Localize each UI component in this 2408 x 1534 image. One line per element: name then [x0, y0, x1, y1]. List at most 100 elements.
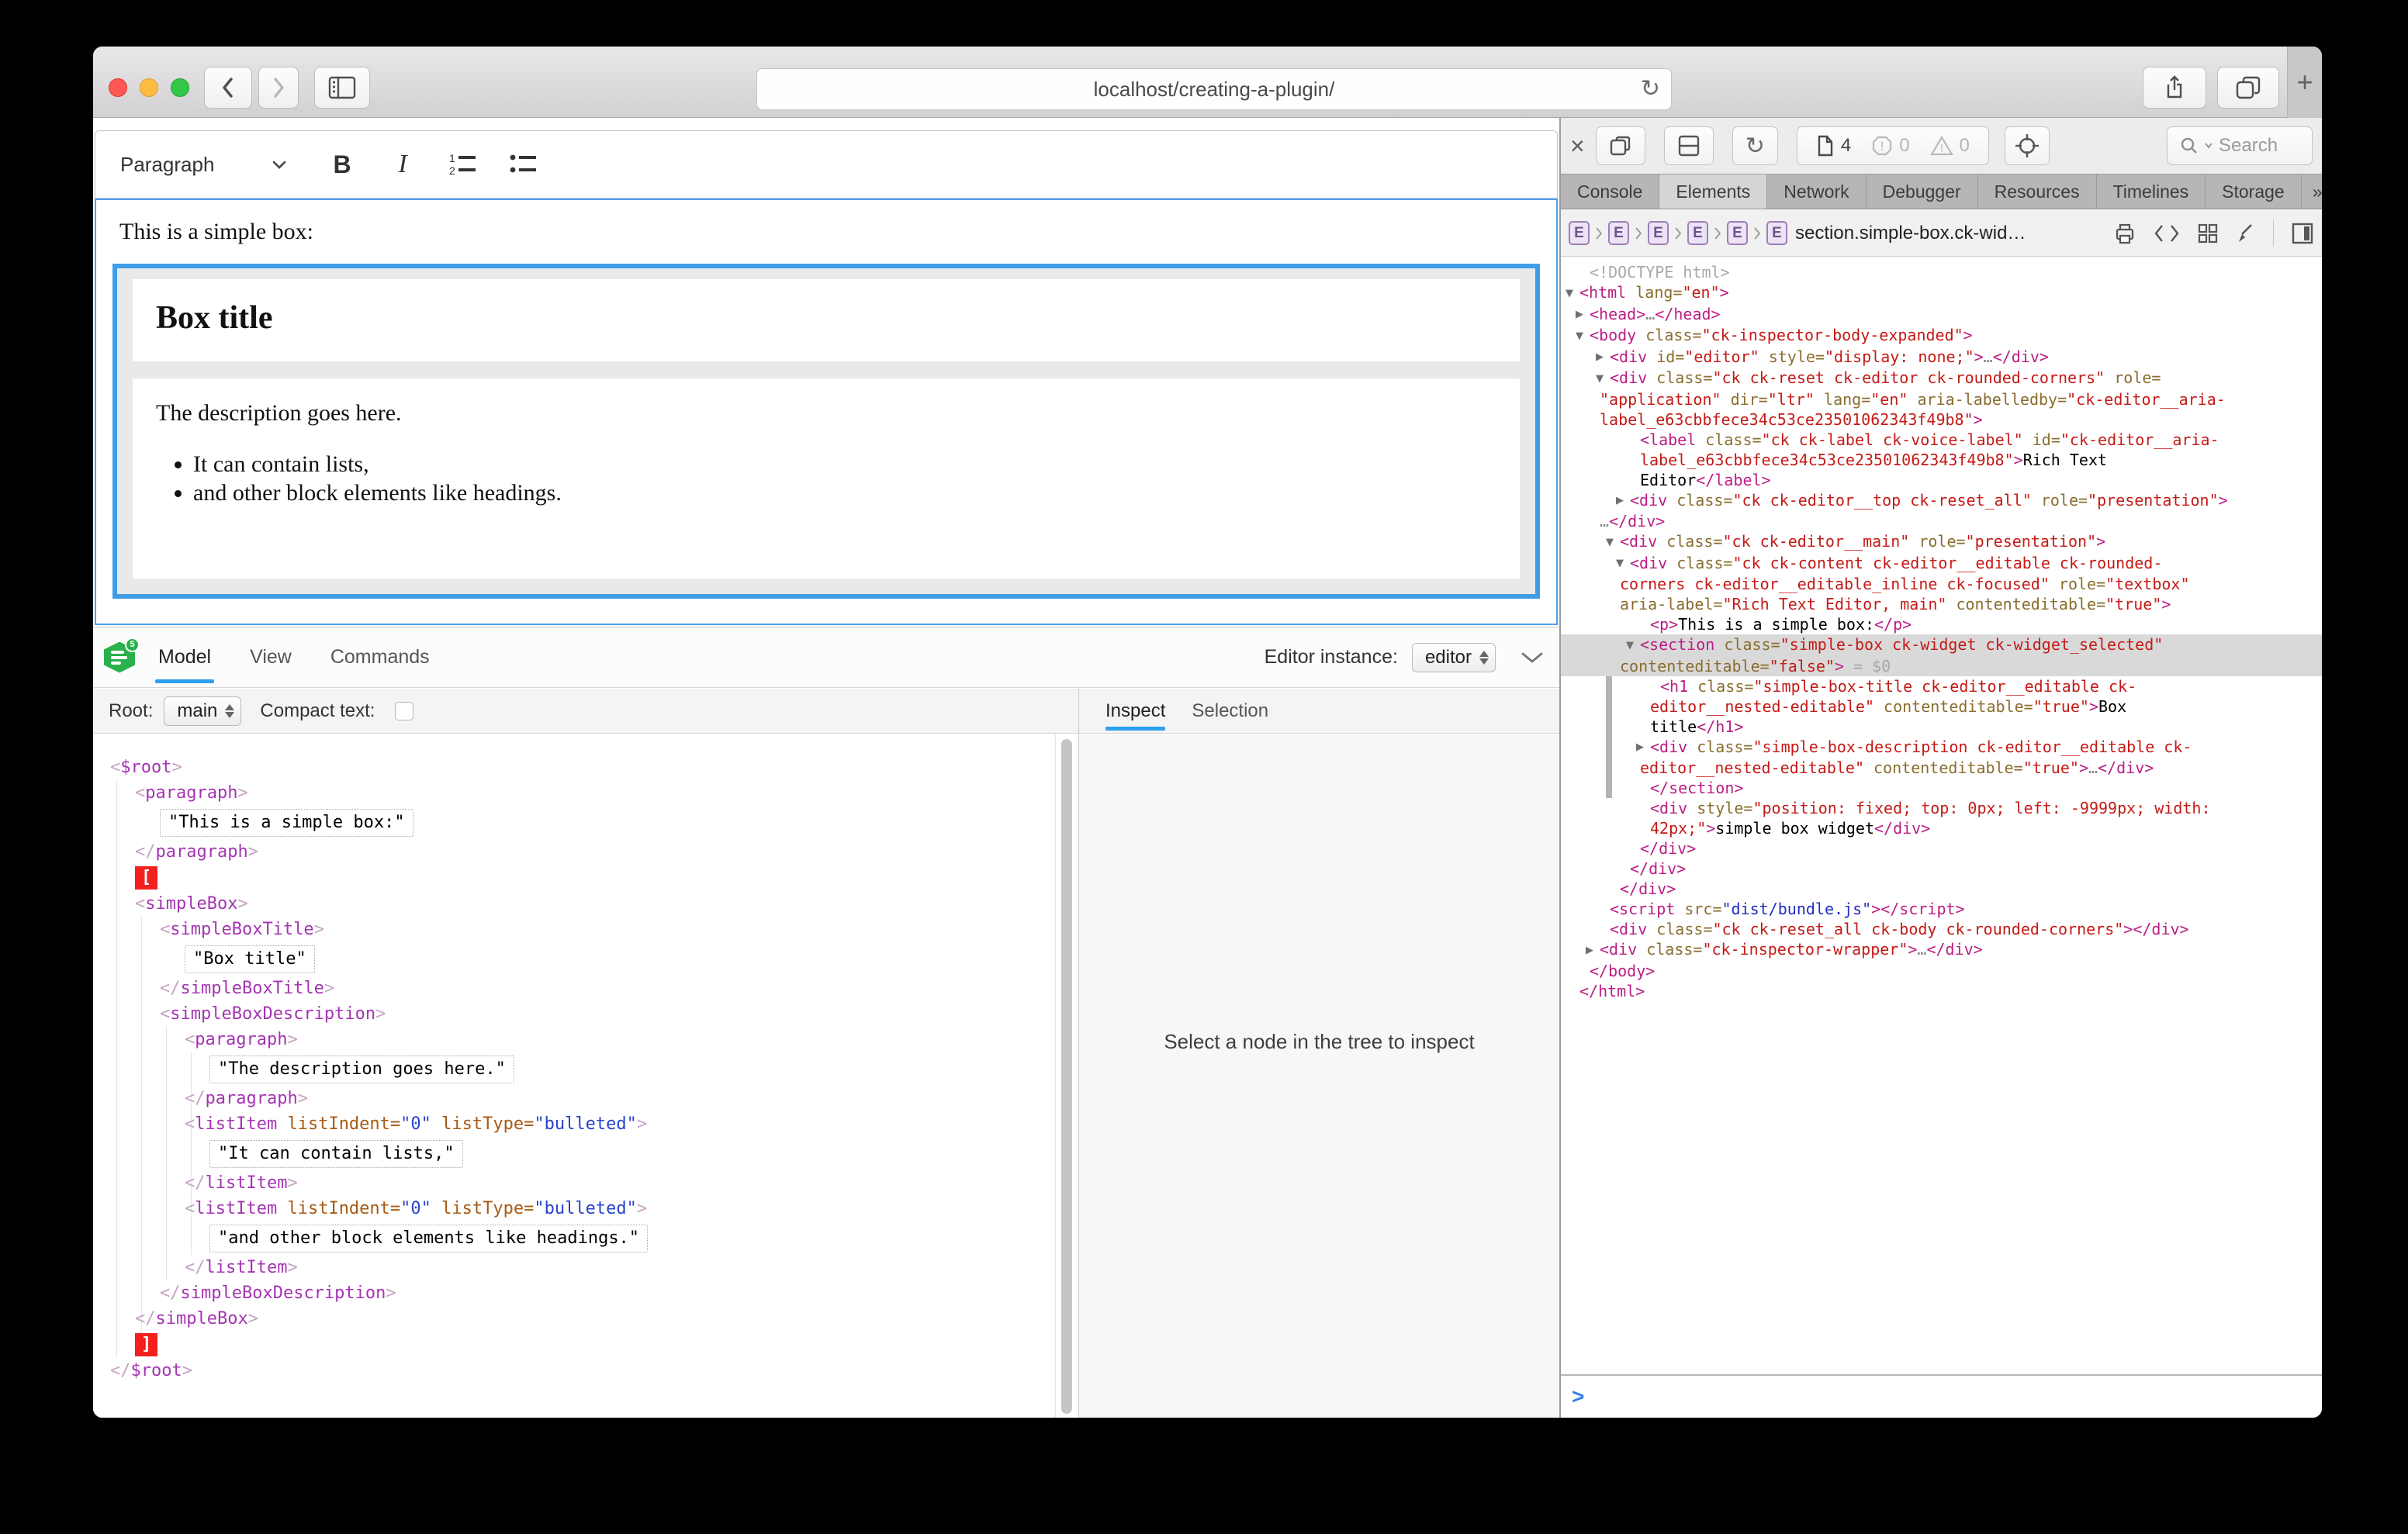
model-node-simpleboxdescription[interactable]: </simpleBoxDescription> [93, 1280, 1055, 1306]
tree-scrollbar[interactable] [1055, 734, 1078, 1418]
element-picker-button[interactable] [2005, 126, 2050, 165]
expanded-arrow-icon[interactable]: ▼ [1616, 554, 1630, 574]
dom-node[interactable]: <div class="ck ck-reset_all ck-body ck-r… [1561, 919, 2322, 939]
dom-node[interactable]: </html> [1561, 981, 2322, 1001]
reload-icon[interactable]: ↻ [1641, 75, 1660, 102]
dom-node[interactable]: </div> [1561, 879, 2322, 899]
devtools-tab-timelines[interactable]: Timelines [2097, 174, 2206, 209]
breadcrumb-element-badge[interactable]: E [1766, 221, 1787, 245]
side-tab-inspect[interactable]: Inspect [1105, 689, 1165, 734]
styles-brush-icon[interactable] [2236, 223, 2256, 244]
expanded-arrow-icon[interactable]: ▼ [1606, 533, 1620, 553]
dom-node[interactable]: </div> [1561, 859, 2322, 879]
description-list-item[interactable]: It can contain lists, [193, 450, 1496, 479]
model-text-node[interactable]: "and other block elements like headings.… [93, 1221, 1055, 1255]
collapsed-arrow-icon[interactable]: ▶ [1586, 941, 1600, 961]
bold-button[interactable]: B [325, 147, 359, 181]
model-node-paragraph[interactable]: </paragraph> [93, 1086, 1055, 1111]
description-paragraph[interactable]: The description goes here. [156, 400, 1496, 427]
devtools-tab-debugger[interactable]: Debugger [1867, 174, 1978, 209]
tab-overview-button[interactable] [2217, 67, 2279, 109]
model-node-simplebox[interactable]: </simpleBox> [93, 1306, 1055, 1332]
dom-node[interactable]: corners ck-editor__editable_inline ck-fo… [1561, 574, 2322, 594]
model-node-simpleboxdescription[interactable]: <simpleBoxDescription> [93, 1001, 1055, 1027]
expanded-arrow-icon[interactable]: ▼ [1626, 636, 1640, 656]
dom-node[interactable]: ▶<div id="editor" style="display: none;"… [1561, 347, 2322, 368]
dom-node[interactable]: </body> [1561, 961, 2322, 981]
collapsed-arrow-icon[interactable]: ▶ [1596, 347, 1610, 368]
detach-devtools-button[interactable] [1596, 126, 1645, 165]
dom-node[interactable]: ▶<div class="ck-inspector-wrapper">…</di… [1561, 939, 2322, 961]
devtools-tab-network[interactable]: Network [1767, 174, 1866, 209]
breadcrumb-element-badge[interactable]: E [1727, 221, 1748, 245]
dom-node[interactable]: ▼<div class="ck ck-content ck-editor__ed… [1561, 553, 2322, 575]
back-button[interactable] [204, 67, 252, 109]
collapse-inspector-button[interactable] [1521, 651, 1544, 664]
editor-paragraph[interactable]: This is a simple box: [118, 219, 1534, 245]
devtools-tab-storage[interactable]: Storage [2206, 174, 2302, 209]
side-tab-selection[interactable]: Selection [1192, 689, 1268, 734]
dom-node-selected[interactable]: ▼<section class="simple-box ck-widget ck… [1561, 634, 2322, 656]
model-node-simplebox[interactable]: <simpleBox> [93, 891, 1055, 917]
model-text-node[interactable]: "It can contain lists," [93, 1137, 1055, 1170]
model-node-listitem[interactable]: </listItem> [93, 1255, 1055, 1280]
italic-button[interactable]: I [386, 147, 420, 181]
description-list[interactable]: It can contain lists,and other block ele… [167, 450, 1496, 507]
compact-text-checkbox[interactable] [395, 702, 413, 720]
expanded-arrow-icon[interactable]: ▼ [1576, 326, 1590, 347]
dom-node[interactable]: </section> [1561, 778, 2322, 798]
model-node-listitem[interactable]: </listItem> [93, 1170, 1055, 1196]
dom-node[interactable]: 42px;">simple box widget</div> [1561, 818, 2322, 838]
simple-box-widget[interactable]: Box title The description goes here. It … [112, 264, 1540, 599]
devtools-tab-elements[interactable]: Elements [1659, 174, 1767, 209]
dom-node[interactable]: title</h1> [1561, 717, 2322, 737]
model-node-simpleboxtitle[interactable]: </simpleBoxTitle> [93, 976, 1055, 1001]
share-button[interactable] [2143, 67, 2206, 109]
dom-node[interactable]: label_e63cbbfece34c53ce23501062343f49b8"… [1561, 409, 2322, 430]
dom-node[interactable]: ▼<body class="ck-inspector-body-expanded… [1561, 325, 2322, 347]
dom-node[interactable]: ▼<html lang="en"> [1561, 282, 2322, 304]
dom-node[interactable]: Editor</label> [1561, 470, 2322, 490]
dom-node-selected[interactable]: contenteditable="false"> = $0 [1561, 656, 2322, 676]
dom-node[interactable]: <label class="ck ck-label ck-voice-label… [1561, 430, 2322, 450]
new-tab-button[interactable]: + [2287, 47, 2322, 118]
dock-side-button[interactable] [1664, 126, 1714, 165]
zoom-window-button[interactable] [171, 78, 189, 97]
dom-node[interactable]: <!DOCTYPE html> [1561, 262, 2322, 282]
inspector-tab-commands[interactable]: Commands [327, 627, 433, 688]
dom-node[interactable]: <script src="dist/bundle.js"></script> [1561, 899, 2322, 919]
dom-node[interactable]: editor__nested-editable" contenteditable… [1561, 758, 2322, 778]
devtools-tab-item[interactable]: » [2302, 174, 2322, 209]
inspector-tab-view[interactable]: View [247, 627, 295, 688]
numbered-list-button[interactable]: 12 [446, 147, 480, 181]
root-select[interactable]: main [164, 696, 241, 726]
forward-button[interactable] [258, 67, 299, 109]
model-node-listitem[interactable]: <listItem listIndent="0" listType="bulle… [93, 1196, 1055, 1221]
model-text-node[interactable]: "Box title" [93, 942, 1055, 976]
model-node-root[interactable]: </$root> [93, 1358, 1055, 1384]
dom-node[interactable]: ▼<div class="ck ck-editor__main" role="p… [1561, 531, 2322, 553]
rich-text-editor[interactable]: This is a simple box: Box title The desc… [95, 199, 1558, 625]
model-node-paragraph[interactable]: <paragraph> [93, 780, 1055, 806]
dom-node[interactable]: aria-label="Rich Text Editor, main" cont… [1561, 594, 2322, 614]
model-node-paragraph[interactable]: <paragraph> [93, 1027, 1055, 1052]
description-list-item[interactable]: and other block elements like headings. [193, 479, 1496, 507]
model-node-root[interactable]: <$root> [93, 755, 1055, 780]
breadcrumb-element-badge[interactable]: E [1569, 221, 1590, 245]
dom-node[interactable]: </div> [1561, 838, 2322, 859]
model-text-node[interactable]: "This is a simple box:" [93, 806, 1055, 839]
dom-node[interactable]: …</div> [1561, 511, 2322, 531]
inspector-tab-model[interactable]: Model [155, 627, 214, 688]
show-source-icon[interactable] [2154, 223, 2180, 244]
dom-node[interactable]: <h1 class="simple-box-title ck-editor__e… [1561, 676, 2322, 696]
minimize-window-button[interactable] [140, 78, 158, 97]
dom-node[interactable]: <div style="position: fixed; top: 0px; l… [1561, 798, 2322, 818]
search-input[interactable]: Search [2167, 126, 2313, 165]
breadcrumb-element-badge[interactable]: E [1687, 221, 1708, 245]
dom-node[interactable]: ▶<div class="ck ck-editor__top ck-reset_… [1561, 490, 2322, 512]
dom-node[interactable]: editor__nested-editable" contenteditable… [1561, 696, 2322, 717]
bulleted-list-button[interactable] [507, 147, 541, 181]
selection-end-marker[interactable]: ] [93, 1332, 1055, 1358]
dom-node[interactable]: "application" dir="ltr" lang="en" aria-l… [1561, 389, 2322, 409]
details-sidebar-icon[interactable] [2291, 222, 2314, 245]
